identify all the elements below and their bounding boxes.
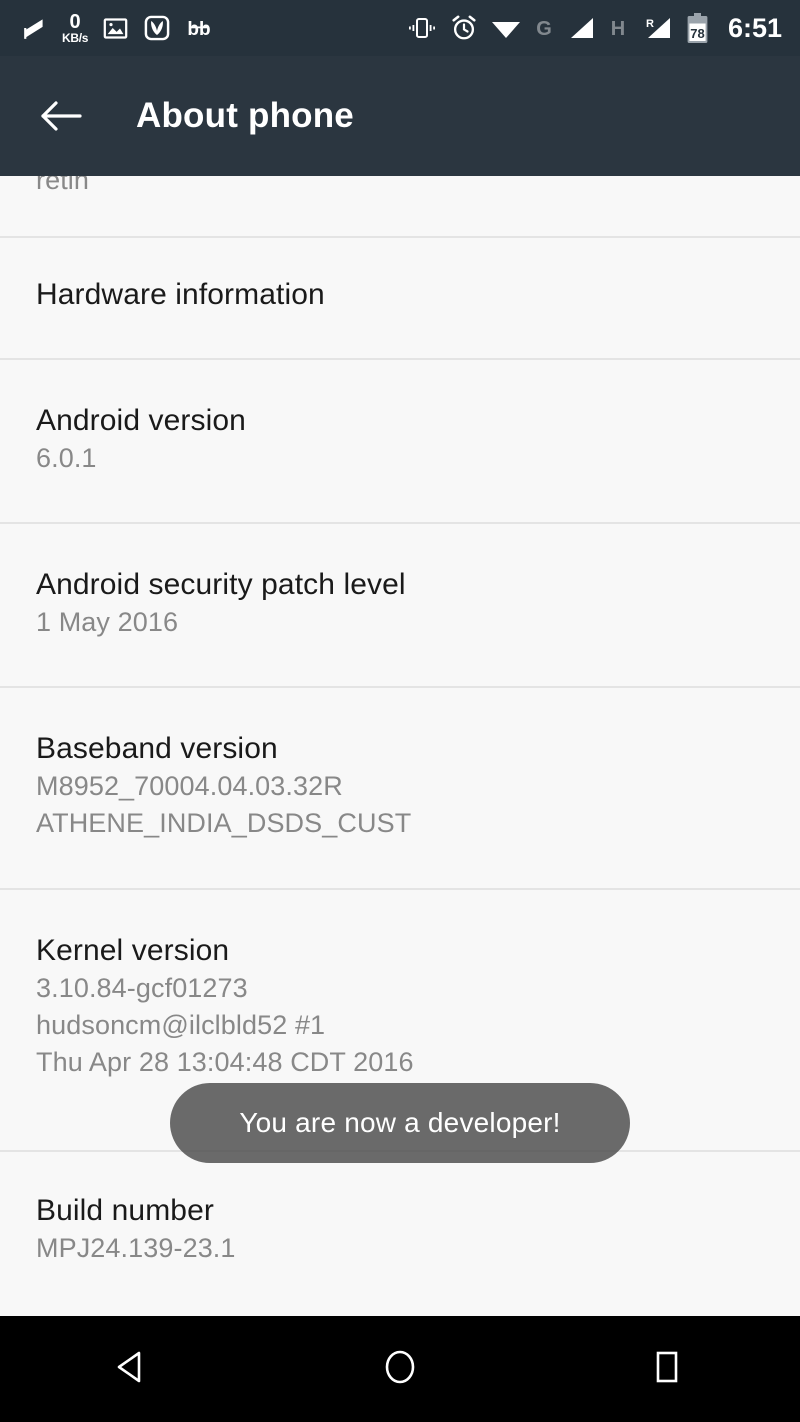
flag-icon [22,15,48,41]
photo-icon [102,15,129,42]
back-triangle-icon [112,1346,154,1393]
list-item-subtitle: 1 May 2016 [36,607,179,637]
data-rate-value: 0 [69,10,81,33]
roaming-signal-icon: R [641,15,673,41]
list-item-title: Android security patch level [36,568,406,601]
data-rate-unit: KB/s [62,30,89,45]
leaf-badge-icon [143,14,171,42]
list-item-title: Baseband version [36,732,278,765]
vibrate-icon [407,15,437,41]
bb-icon: bb [185,14,213,42]
svg-text:R: R [646,18,654,30]
list-item-subtitle-line-2: hudsoncm@ilclbld52 #1 [36,1010,326,1040]
list-item-android-security-patch-level[interactable]: Android security patch level 1 May 2016 [0,522,800,686]
home-circle-icon [379,1346,421,1393]
list-item-hardware-information[interactable]: Hardware information [0,236,800,358]
list-item-title: Build number [36,1194,214,1227]
list-item-build-number[interactable]: Build number MPJ24.139-23.1 [0,1150,800,1300]
svg-text:G: G [536,18,552,40]
data-rate-icon: 0 KB/s [62,12,88,45]
list-item-baseband-version[interactable]: Baseband version M8952_70004.04.03.32R A… [0,686,800,888]
status-bar-left-icons: 0 KB/s bb [22,12,213,45]
page-title: About phone [136,96,354,135]
list-item-title: Hardware information [36,278,325,311]
gprs-icon: G [534,15,554,41]
list-item-subtitle: MPJ24.139-23.1 [36,1233,236,1263]
list-item-title: Android version [36,404,246,437]
list-item-subtitle-line-2: ATHENE_INDIA_DSDS_CUST [36,808,412,838]
battery-icon: 78 [686,12,709,44]
list-item-software-channel[interactable]: Software channel retin [0,176,800,236]
nav-home-button[interactable] [340,1316,460,1422]
list-item-subtitle-line-3: Thu Apr 28 13:04:48 CDT 2016 [36,1047,414,1077]
status-bar: 0 KB/s bb G H R 78 6:51 [0,0,800,56]
nav-back-button[interactable] [73,1316,193,1422]
recents-square-icon [646,1346,688,1393]
alarm-icon [450,14,478,42]
hspa-icon: H [608,15,628,41]
wifi-icon [491,16,521,40]
toast-message: You are now a developer! [239,1107,561,1138]
status-bar-clock: 6:51 [727,12,782,43]
list-item-subtitle: retin [36,176,90,195]
list-item-title: Kernel version [36,934,230,967]
list-item-subtitle-line-1: 3.10.84-gcf01273 [36,973,248,1003]
list-item-subtitle-line-1: M8952_70004.04.03.32R [36,771,343,801]
status-bar-right-icons: G H R 78 6:51 [407,12,782,44]
list-item-android-version[interactable]: Android version 6.0.1 [0,358,800,522]
back-arrow-icon[interactable] [38,93,84,139]
list-item-subtitle: 6.0.1 [36,443,97,473]
battery-percent-label: 78 [690,25,705,41]
navigation-bar [0,1316,800,1422]
svg-text:bb: bb [188,19,211,40]
signal-bars-icon [567,16,595,40]
toast-notification: You are now a developer! [170,1083,630,1163]
nav-recents-button[interactable] [607,1316,727,1422]
svg-text:H: H [611,18,625,40]
app-bar: About phone [0,56,800,176]
